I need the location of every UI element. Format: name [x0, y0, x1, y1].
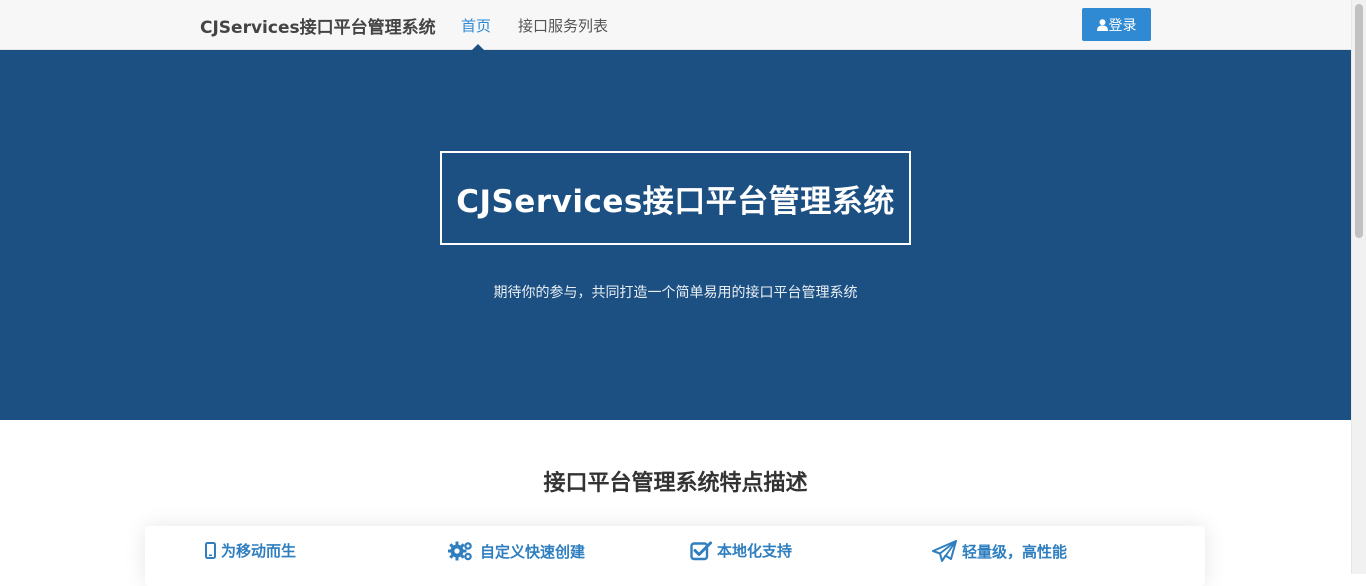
feature-label: 轻量级，高性能	[962, 542, 1068, 561]
feature-localization: 本地化支持	[690, 540, 792, 561]
hero-title: CJServices接口平台管理系统	[456, 183, 895, 220]
page-scrollbar[interactable]	[1351, 0, 1366, 574]
login-label: 登录	[1108, 17, 1137, 34]
active-nav-indicator	[472, 44, 484, 50]
feature-lightweight: 轻量级，高性能	[932, 540, 1067, 562]
scrollbar-thumb[interactable]	[1355, 4, 1363, 238]
nav-api-list-link[interactable]: 接口服务列表	[518, 15, 608, 36]
feature-custom-create: 自定义快速创建	[448, 540, 585, 562]
paper-plane-icon	[932, 540, 957, 562]
nav-home-link[interactable]: 首页	[461, 15, 491, 36]
feature-mobile: 为移动而生	[205, 540, 296, 561]
feature-label: 本地化支持	[717, 542, 793, 560]
user-icon	[1096, 18, 1108, 31]
gears-icon	[448, 541, 472, 561]
hero-subtitle: 期待你的参与，共同打造一个简单易用的接口平台管理系统	[493, 285, 858, 301]
login-button[interactable]: 登录	[1082, 8, 1151, 41]
brand-title[interactable]: CJServices接口平台管理系统	[200, 13, 436, 38]
hero-banner: CJServices接口平台管理系统 期待你的参与，共同打造一个简单易用的接口平…	[0, 50, 1351, 420]
top-navbar: CJServices接口平台管理系统 首页 接口服务列表 登录	[0, 0, 1351, 50]
features-heading: 接口平台管理系统特点描述	[543, 471, 808, 496]
check-square-icon	[690, 541, 712, 560]
hero-title-box: CJServices接口平台管理系统	[440, 151, 911, 245]
feature-label: 自定义快速创建	[480, 542, 586, 561]
mobile-icon	[205, 542, 216, 559]
feature-label: 为移动而生	[221, 542, 297, 560]
